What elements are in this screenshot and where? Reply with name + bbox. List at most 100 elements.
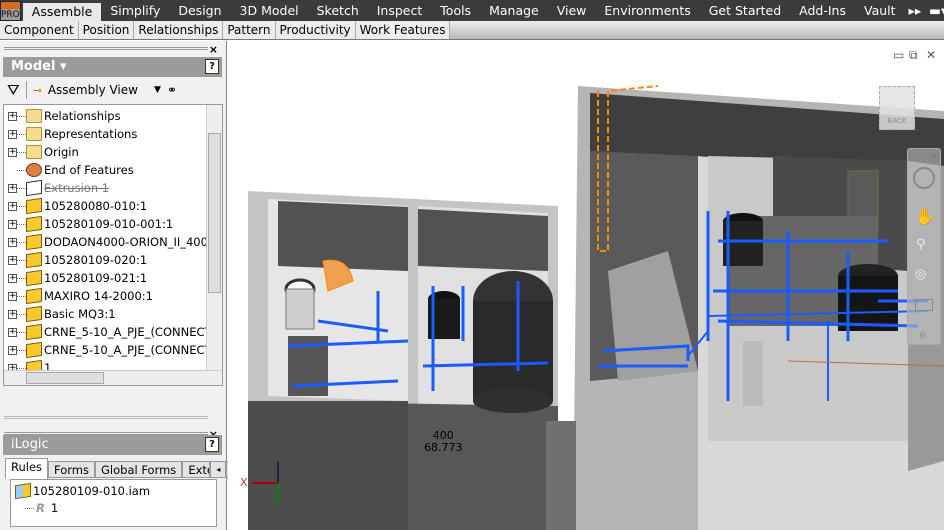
tree-node[interactable]: + CRNE_5-10_A_PJE_(CONNECTIC (4, 323, 223, 341)
tree-node-label: CRNE_5-10_A_PJE_(CONNECTIC (44, 325, 223, 339)
ilogic-panel-header: iLogic? (3, 435, 222, 455)
3d-graphics-viewport[interactable]: 400 68.773 X BACK ▭ ⧉ ✕ ✕ ✋ ⚲ ◎ ⊖ (228, 41, 944, 530)
tree-node[interactable]: +105280109-010-001:1 (4, 215, 173, 233)
tree-node[interactable]: + Extrusion 1 (4, 179, 109, 197)
find-binoculars-icon[interactable]: ⚭ (167, 83, 177, 97)
left-panel: × Model ▾? ⛛ ⊸ Assembly View ▼ ⚭ + Relati… (0, 41, 243, 530)
panel-work-features[interactable]: Work Features (355, 21, 451, 39)
panel-grip[interactable] (4, 47, 208, 50)
model-panel-header[interactable]: Model ▾? (3, 57, 222, 77)
tab-inspect[interactable]: Inspect (368, 0, 432, 21)
look-at-icon[interactable] (915, 299, 933, 311)
model-panel-title: Model (11, 59, 56, 74)
panel-relationships[interactable]: Relationships (134, 21, 224, 39)
tab-sketch[interactable]: Sketch (308, 0, 368, 21)
tree-node[interactable]: +105280109-020:1 (4, 251, 147, 269)
tree-node[interactable]: +105280109-021:1 (4, 269, 147, 287)
expand-icon[interactable]: + (8, 111, 17, 121)
tab-add-ins[interactable]: Add-Ins (790, 0, 855, 21)
panel-component[interactable]: Component (0, 21, 79, 39)
folder-icon (26, 145, 42, 159)
vertical-scrollbar[interactable] (206, 105, 222, 370)
expand-icon[interactable]: + (8, 219, 17, 229)
expand-icon[interactable]: + (8, 273, 17, 283)
steering-wheel-icon[interactable] (913, 167, 935, 189)
help-icon[interactable]: ? (205, 437, 219, 452)
tree-node[interactable]: End of Features (4, 161, 134, 179)
tab-3d-model[interactable]: 3D Model (231, 0, 308, 21)
restore-icon[interactable]: ⧉ (909, 48, 918, 63)
close-icon[interactable]: ✕ (930, 152, 937, 161)
rules-tree: 105280109-010.iam R 1 (10, 479, 217, 527)
tab-external[interactable]: Exte (182, 461, 211, 478)
tab-scroll-left-icon[interactable]: ◂ (210, 461, 227, 478)
assembly-view-dropdown[interactable]: Assembly View (48, 83, 138, 97)
tree-connector (17, 295, 26, 297)
panel-productivity[interactable]: Productivity (275, 21, 356, 39)
expand-icon[interactable]: + (8, 129, 17, 139)
tab-get-started[interactable]: Get Started (700, 0, 790, 21)
expand-icon[interactable]: + (8, 255, 17, 265)
tree-node[interactable]: + Basic MQ3:1 (4, 305, 116, 323)
pan-hand-icon[interactable]: ✋ (915, 207, 935, 226)
minimize-icon[interactable]: ▭ (893, 48, 904, 62)
tree-node[interactable]: + Relationships (4, 107, 121, 125)
customize-icon[interactable]: ⊖ (919, 331, 927, 341)
expand-icon[interactable]: + (8, 147, 17, 157)
expand-icon[interactable]: + (8, 309, 17, 319)
panel-pattern[interactable]: Pattern (223, 21, 276, 39)
part-icon (26, 233, 42, 251)
expand-icon[interactable]: + (8, 183, 17, 193)
tab-simplify[interactable]: Simplify (101, 0, 169, 21)
assembly-icon (15, 482, 31, 500)
tree-connector (17, 169, 26, 171)
tree-connector (17, 367, 26, 369)
viewcube[interactable]: BACK (879, 86, 915, 130)
tab-global-forms[interactable]: Global Forms (95, 461, 183, 478)
zoom-icon[interactable]: ⚲ (916, 237, 926, 252)
tab-vault[interactable]: Vault (855, 0, 905, 21)
tab-tools[interactable]: Tools (431, 0, 480, 21)
scrollbar-thumb[interactable] (26, 372, 104, 384)
tab-environments[interactable]: Environments (595, 0, 699, 21)
close-icon[interactable]: × (209, 43, 218, 56)
expand-icon[interactable]: + (8, 237, 17, 247)
part-icon (26, 215, 42, 233)
horizontal-scrollbar[interactable] (4, 370, 222, 385)
tree-node[interactable]: +105280080-010:1 (4, 197, 147, 215)
panel-position[interactable]: Position (78, 21, 135, 39)
filter-icon[interactable]: ⛛ (7, 81, 20, 99)
double-chevron-right-icon[interactable]: ▸▸ (905, 0, 926, 21)
rule-item[interactable]: R 1 (25, 499, 58, 517)
tab-rules[interactable]: Rules (5, 458, 49, 479)
axis-triad: X (240, 461, 300, 526)
dimension-annotation[interactable]: 400 68.773 (424, 430, 463, 454)
expand-icon[interactable]: + (8, 201, 17, 211)
tab-design[interactable]: Design (169, 0, 230, 21)
help-icon[interactable]: ? (205, 59, 219, 74)
expand-icon[interactable]: + (8, 327, 17, 337)
scrollbar-thumb[interactable] (208, 133, 221, 293)
tab-assemble[interactable]: Assemble (22, 3, 102, 21)
ribbon-display-toggle-icon[interactable]: ▬▾ (925, 0, 944, 21)
expand-icon[interactable]: + (8, 291, 17, 301)
tree-node-label: 105280109-010-001:1 (44, 217, 174, 231)
orbit-icon[interactable]: ◎ (915, 267, 926, 282)
tree-node-label: Relationships (44, 109, 121, 123)
tab-manage[interactable]: Manage (480, 0, 548, 21)
panel-divider[interactable] (4, 416, 208, 419)
expand-icon[interactable]: + (8, 345, 17, 355)
tree-node[interactable]: + Origin (4, 143, 79, 161)
tree-node[interactable]: + DODAON4000-ORION_II_4000:1 (4, 233, 222, 251)
chevron-down-icon[interactable]: ▼ (154, 85, 161, 95)
tree-node[interactable]: + MAXIRO 14-2000:1 (4, 287, 153, 305)
tab-forms[interactable]: Forms (48, 461, 95, 478)
assembly-node[interactable]: 105280109-010.iam (15, 482, 150, 500)
tree-node[interactable]: + Representations (4, 125, 137, 143)
tab-view[interactable]: View (548, 0, 596, 21)
application-menu-button[interactable]: PRO (0, 0, 21, 21)
tree-node[interactable]: + CRNE_5-10_A_PJE_(CONNECTIC (4, 341, 222, 359)
tree-connector (17, 241, 26, 243)
ilogic-tabs: Rules Forms Global Forms Exte ◂ ▸ (5, 458, 243, 479)
close-icon[interactable]: ✕ (926, 48, 936, 62)
